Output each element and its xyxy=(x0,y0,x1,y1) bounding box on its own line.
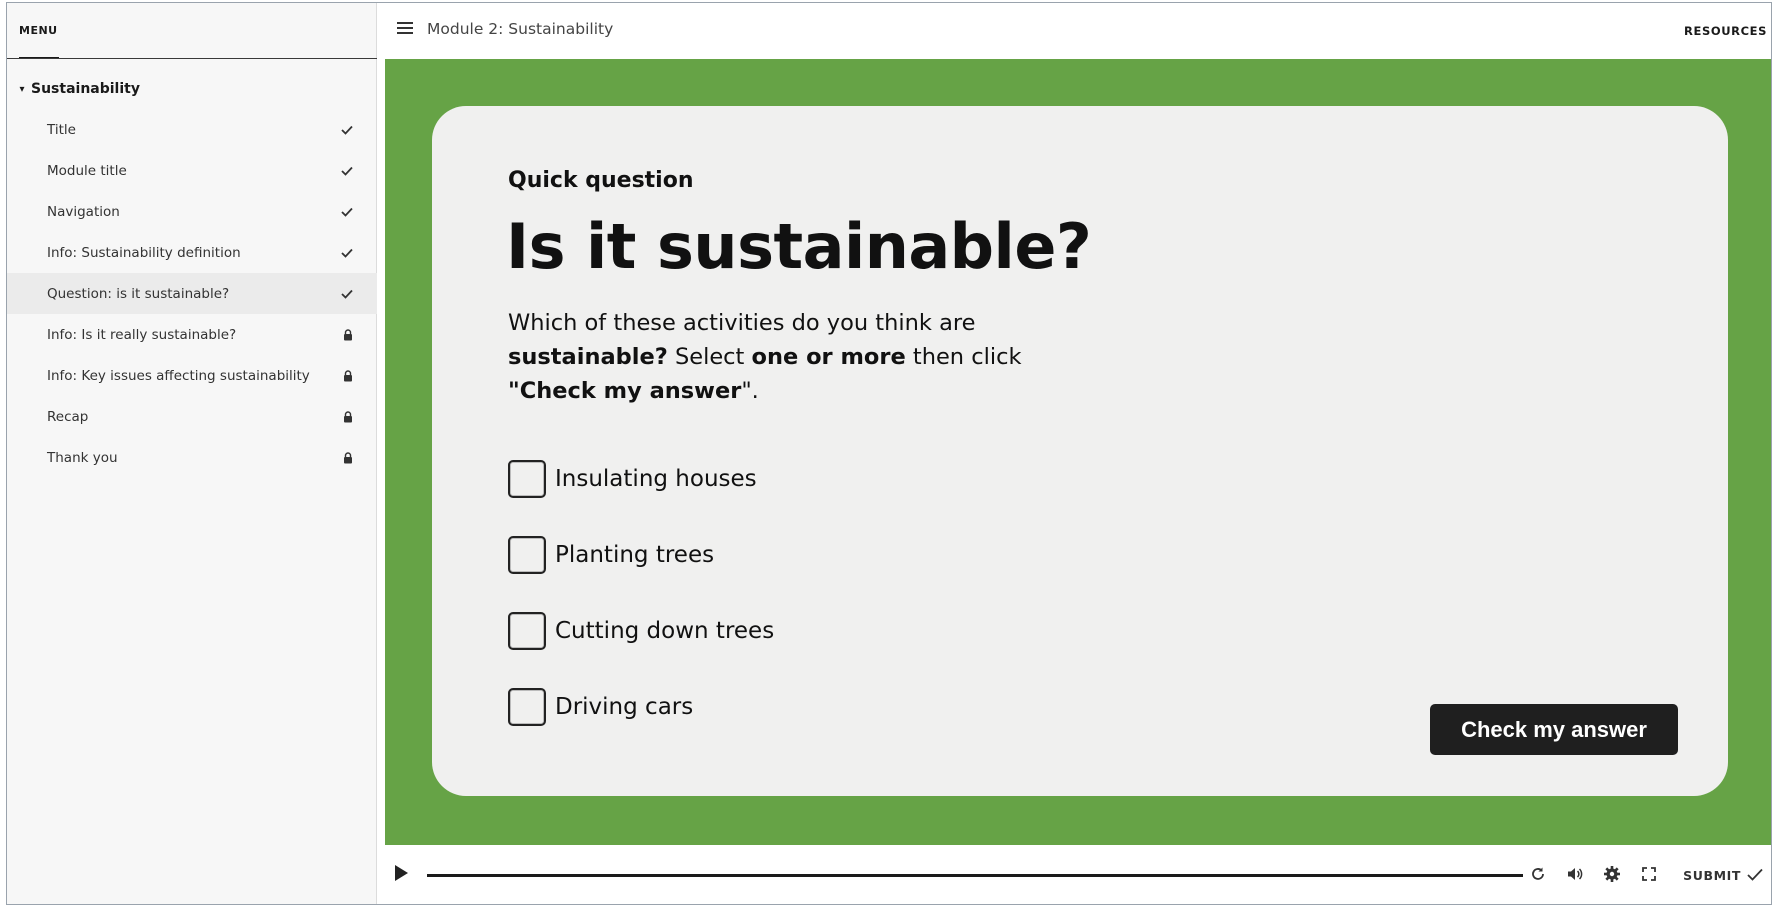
settings-icon[interactable] xyxy=(1601,863,1623,885)
lock-icon xyxy=(343,355,353,396)
question-prompt: Which of these activities do you think a… xyxy=(508,310,1022,404)
sidebar-item-label: Thank you xyxy=(47,449,118,466)
question-card: Quick question Is it sustainable? Which … xyxy=(432,106,1728,796)
sidebar-item-label: Title xyxy=(47,121,76,138)
checkmark-icon xyxy=(341,191,353,232)
sidebar-item-is-it-really-sustainable[interactable]: Info: Is it really sustainable? xyxy=(7,314,377,355)
checkmark-icon xyxy=(341,232,353,273)
sidebar-item-label: Info: Sustainability definition xyxy=(47,244,241,261)
lock-icon xyxy=(343,396,353,437)
option-insulating-houses[interactable]: Insulating houses xyxy=(508,460,774,498)
option-planting-trees[interactable]: Planting trees xyxy=(508,536,774,574)
sidebar-item-recap[interactable]: Recap xyxy=(7,396,377,437)
checkbox[interactable] xyxy=(508,460,546,498)
progress-bar[interactable] xyxy=(427,874,1523,877)
sidebar-menu: MENU ▾ Sustainability Title Module title… xyxy=(7,3,377,904)
module-title: Module 2: Sustainability xyxy=(427,20,614,38)
option-driving-cars[interactable]: Driving cars xyxy=(508,688,774,726)
slide-stage: Quick question Is it sustainable? Which … xyxy=(385,59,1771,845)
sidebar-item-label: Info: Key issues affecting sustainabilit… xyxy=(47,367,310,384)
sidebar-item-label: Navigation xyxy=(47,203,120,220)
resources-button[interactable]: RESOURCES xyxy=(1684,3,1767,59)
menu-divider xyxy=(7,58,377,59)
app-window: MENU ▾ Sustainability Title Module title… xyxy=(6,2,1772,905)
option-cutting-down-trees[interactable]: Cutting down trees xyxy=(508,612,774,650)
sidebar-nav-list: Title Module title Navigation Info: Sust… xyxy=(7,109,377,478)
submit-label: SUBMIT xyxy=(1683,868,1741,883)
checkbox[interactable] xyxy=(508,612,546,650)
volume-icon[interactable] xyxy=(1564,863,1586,885)
caret-down-icon: ▾ xyxy=(19,83,25,95)
play-icon[interactable] xyxy=(395,865,408,881)
sidebar-section-title: Sustainability xyxy=(31,81,140,97)
fullscreen-icon[interactable] xyxy=(1638,863,1660,885)
option-label: Cutting down trees xyxy=(555,618,775,644)
sidebar-item-label: Question: is it sustainable? xyxy=(47,285,230,302)
checkbox[interactable] xyxy=(508,688,546,726)
lock-icon xyxy=(343,314,353,355)
checkmark-icon xyxy=(1747,868,1763,884)
player-controls: SUBMIT xyxy=(377,845,1771,904)
lock-icon xyxy=(343,437,353,478)
checkmark-icon xyxy=(341,273,353,314)
submit-button[interactable]: SUBMIT xyxy=(1683,845,1763,904)
answer-options: Insulating houses Planting trees Cutting… xyxy=(508,460,774,764)
option-label: Driving cars xyxy=(555,694,694,720)
sidebar-item-module-title[interactable]: Module title xyxy=(7,150,377,191)
menu-tab[interactable]: MENU xyxy=(19,3,59,59)
sidebar-item-sustainability-definition[interactable]: Info: Sustainability definition xyxy=(7,232,377,273)
sidebar-item-label: Module title xyxy=(47,162,127,179)
check-my-answer-button[interactable]: Check my answer xyxy=(1430,704,1678,755)
sidebar-item-navigation[interactable]: Navigation xyxy=(7,191,377,232)
checkmark-icon xyxy=(341,109,353,150)
sidebar-item-label: Info: Is it really sustainable? xyxy=(47,326,237,343)
question-eyebrow: Quick question xyxy=(508,168,694,193)
sidebar-item-thank-you[interactable]: Thank you xyxy=(7,437,377,478)
sidebar-item-key-issues[interactable]: Info: Key issues affecting sustainabilit… xyxy=(7,355,377,396)
sidebar-item-question-is-it-sustainable[interactable]: Question: is it sustainable? xyxy=(7,273,377,314)
sidebar-item-title[interactable]: Title xyxy=(7,109,377,150)
hamburger-menu-icon[interactable] xyxy=(397,22,413,36)
sidebar-section-sustainability[interactable]: ▾ Sustainability xyxy=(13,75,140,103)
sidebar-item-label: Recap xyxy=(47,408,89,425)
checkmark-icon xyxy=(341,150,353,191)
option-label: Insulating houses xyxy=(555,466,757,492)
question-heading: Is it sustainable? xyxy=(506,210,1092,283)
replay-icon[interactable] xyxy=(1527,863,1549,885)
checkbox[interactable] xyxy=(508,536,546,574)
option-label: Planting trees xyxy=(555,542,715,568)
top-bar: Module 2: Sustainability RESOURCES xyxy=(377,3,1771,59)
